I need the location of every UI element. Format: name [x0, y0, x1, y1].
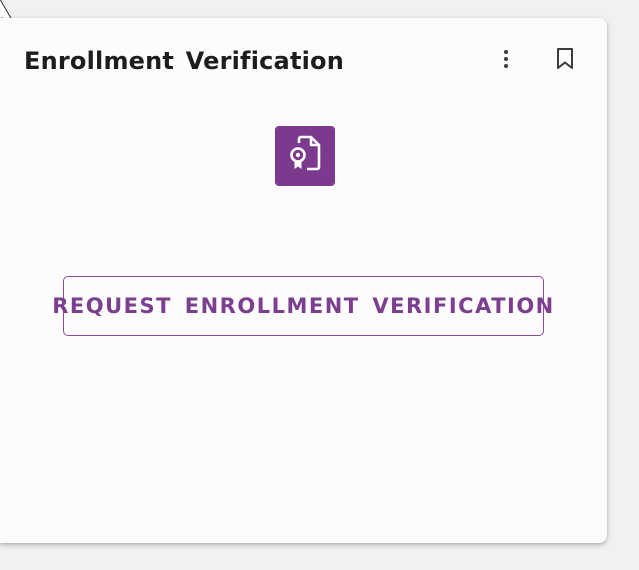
enrollment-verification-card: Enrollment Verification REQUEST ENROLLME… — [0, 18, 607, 543]
bookmark-button[interactable] — [547, 43, 583, 79]
request-enrollment-verification-button[interactable]: REQUEST ENROLLMENT VERIFICATION — [52, 276, 553, 336]
certificate-document-icon — [287, 135, 323, 178]
more-options-button[interactable] — [488, 43, 524, 79]
more-vertical-icon — [503, 49, 509, 74]
enrollment-app-tile — [275, 126, 335, 186]
card-title: Enrollment Verification — [24, 47, 345, 75]
bookmark-outline-icon — [556, 47, 574, 76]
